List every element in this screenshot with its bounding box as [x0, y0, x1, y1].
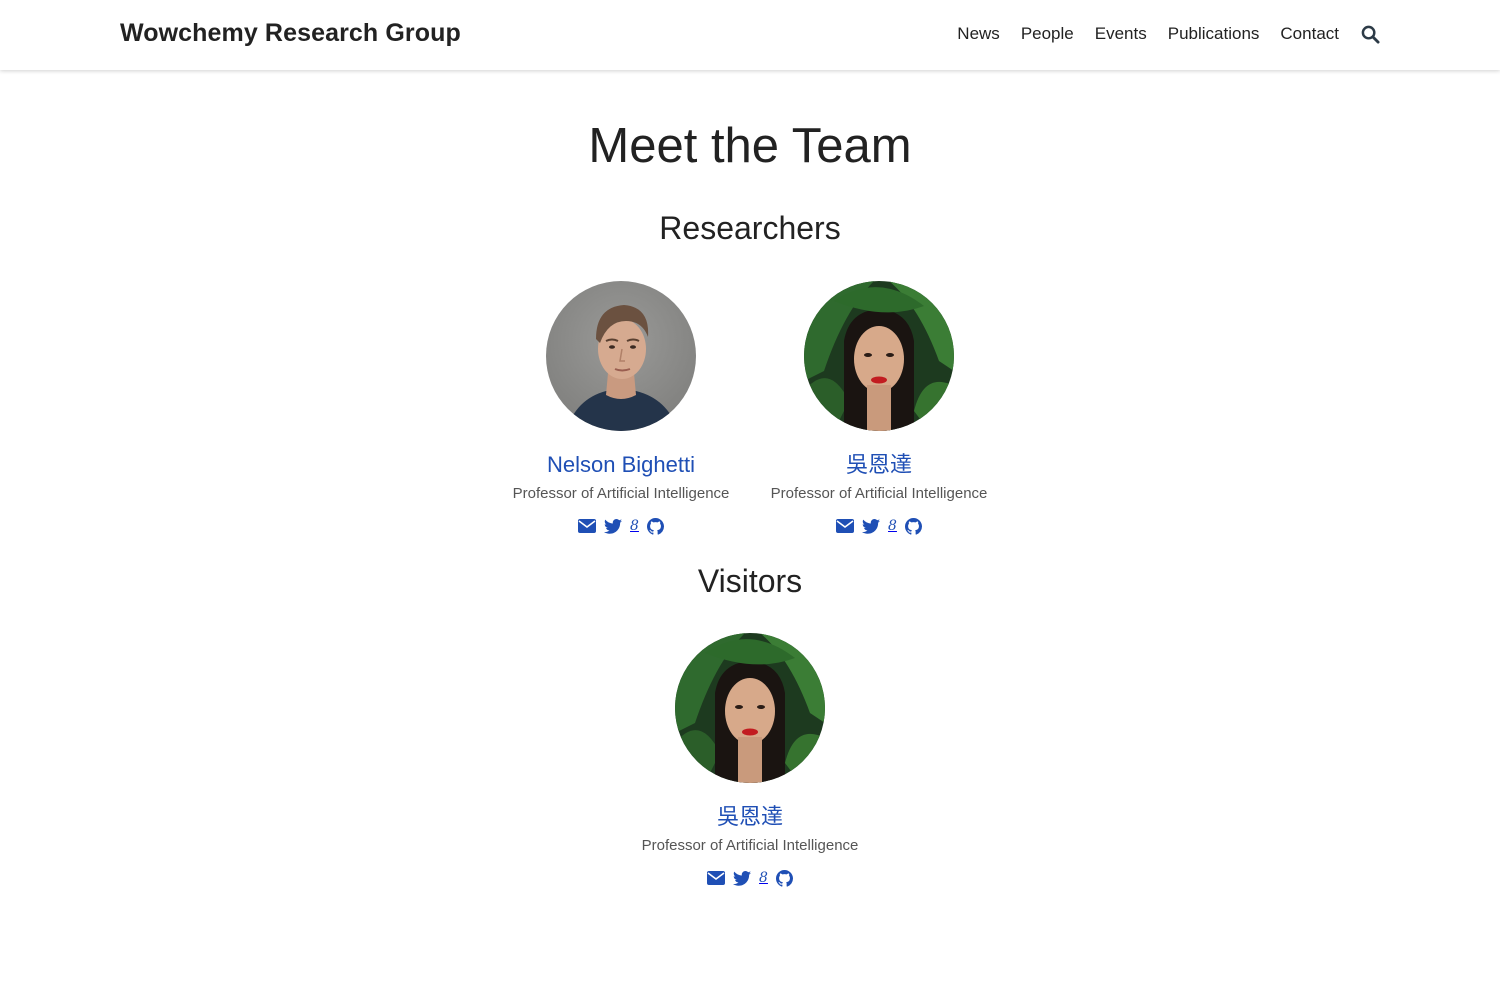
google-scholar-icon[interactable]: 8 — [888, 516, 897, 536]
nav-link-people[interactable]: People — [1021, 22, 1074, 46]
member-role: Professor of Artificial Intelligence — [770, 485, 988, 502]
nav-link-publications[interactable]: Publications — [1168, 22, 1260, 46]
avatar[interactable] — [675, 633, 825, 783]
twitter-icon[interactable] — [733, 868, 752, 888]
avatar[interactable] — [546, 281, 696, 431]
page-title: Meet the Team — [588, 119, 912, 173]
github-icon[interactable] — [775, 868, 793, 888]
member-name-link[interactable]: 吳恩達 — [759, 452, 999, 478]
nav-link-news[interactable]: News — [957, 22, 1000, 46]
member-name-link[interactable]: Nelson Bighetti — [501, 452, 741, 478]
github-icon[interactable] — [904, 516, 922, 536]
nav-link-contact[interactable]: Contact — [1280, 22, 1339, 46]
envelope-icon[interactable] — [707, 868, 726, 888]
member-role: Professor of Artificial Intelligence — [641, 837, 859, 854]
google-scholar-icon[interactable]: 8 — [630, 516, 639, 536]
member-role: Professor of Artificial Intelligence — [512, 485, 730, 502]
search-icon[interactable] — [1360, 23, 1380, 45]
nav-link-events[interactable]: Events — [1095, 22, 1147, 46]
member-name-link[interactable]: 吳恩達 — [630, 804, 870, 830]
social-links: 8 — [759, 516, 999, 536]
avatar[interactable] — [804, 281, 954, 431]
main-nav: News People Events Publications Contact — [936, 22, 1380, 46]
navbar: Wowchemy Research Group News People Even… — [0, 0, 1500, 70]
team-member-card: 吳恩達 Professor of Artificial Intelligence… — [759, 281, 999, 536]
section-title-researchers: Researchers — [659, 210, 841, 246]
envelope-icon[interactable] — [578, 516, 597, 536]
social-links: 8 — [501, 516, 741, 536]
team-member-card: 吳恩達 Professor of Artificial Intelligence… — [630, 633, 870, 888]
twitter-icon[interactable] — [862, 516, 881, 536]
github-icon[interactable] — [646, 516, 664, 536]
envelope-icon[interactable] — [836, 516, 855, 536]
twitter-icon[interactable] — [604, 516, 623, 536]
social-links: 8 — [630, 868, 870, 888]
site-brand-link[interactable]: Wowchemy Research Group — [120, 19, 461, 48]
google-scholar-icon[interactable]: 8 — [759, 868, 768, 888]
team-member-card: Nelson Bighetti Professor of Artificial … — [501, 281, 741, 536]
section-title-visitors: Visitors — [697, 563, 803, 599]
